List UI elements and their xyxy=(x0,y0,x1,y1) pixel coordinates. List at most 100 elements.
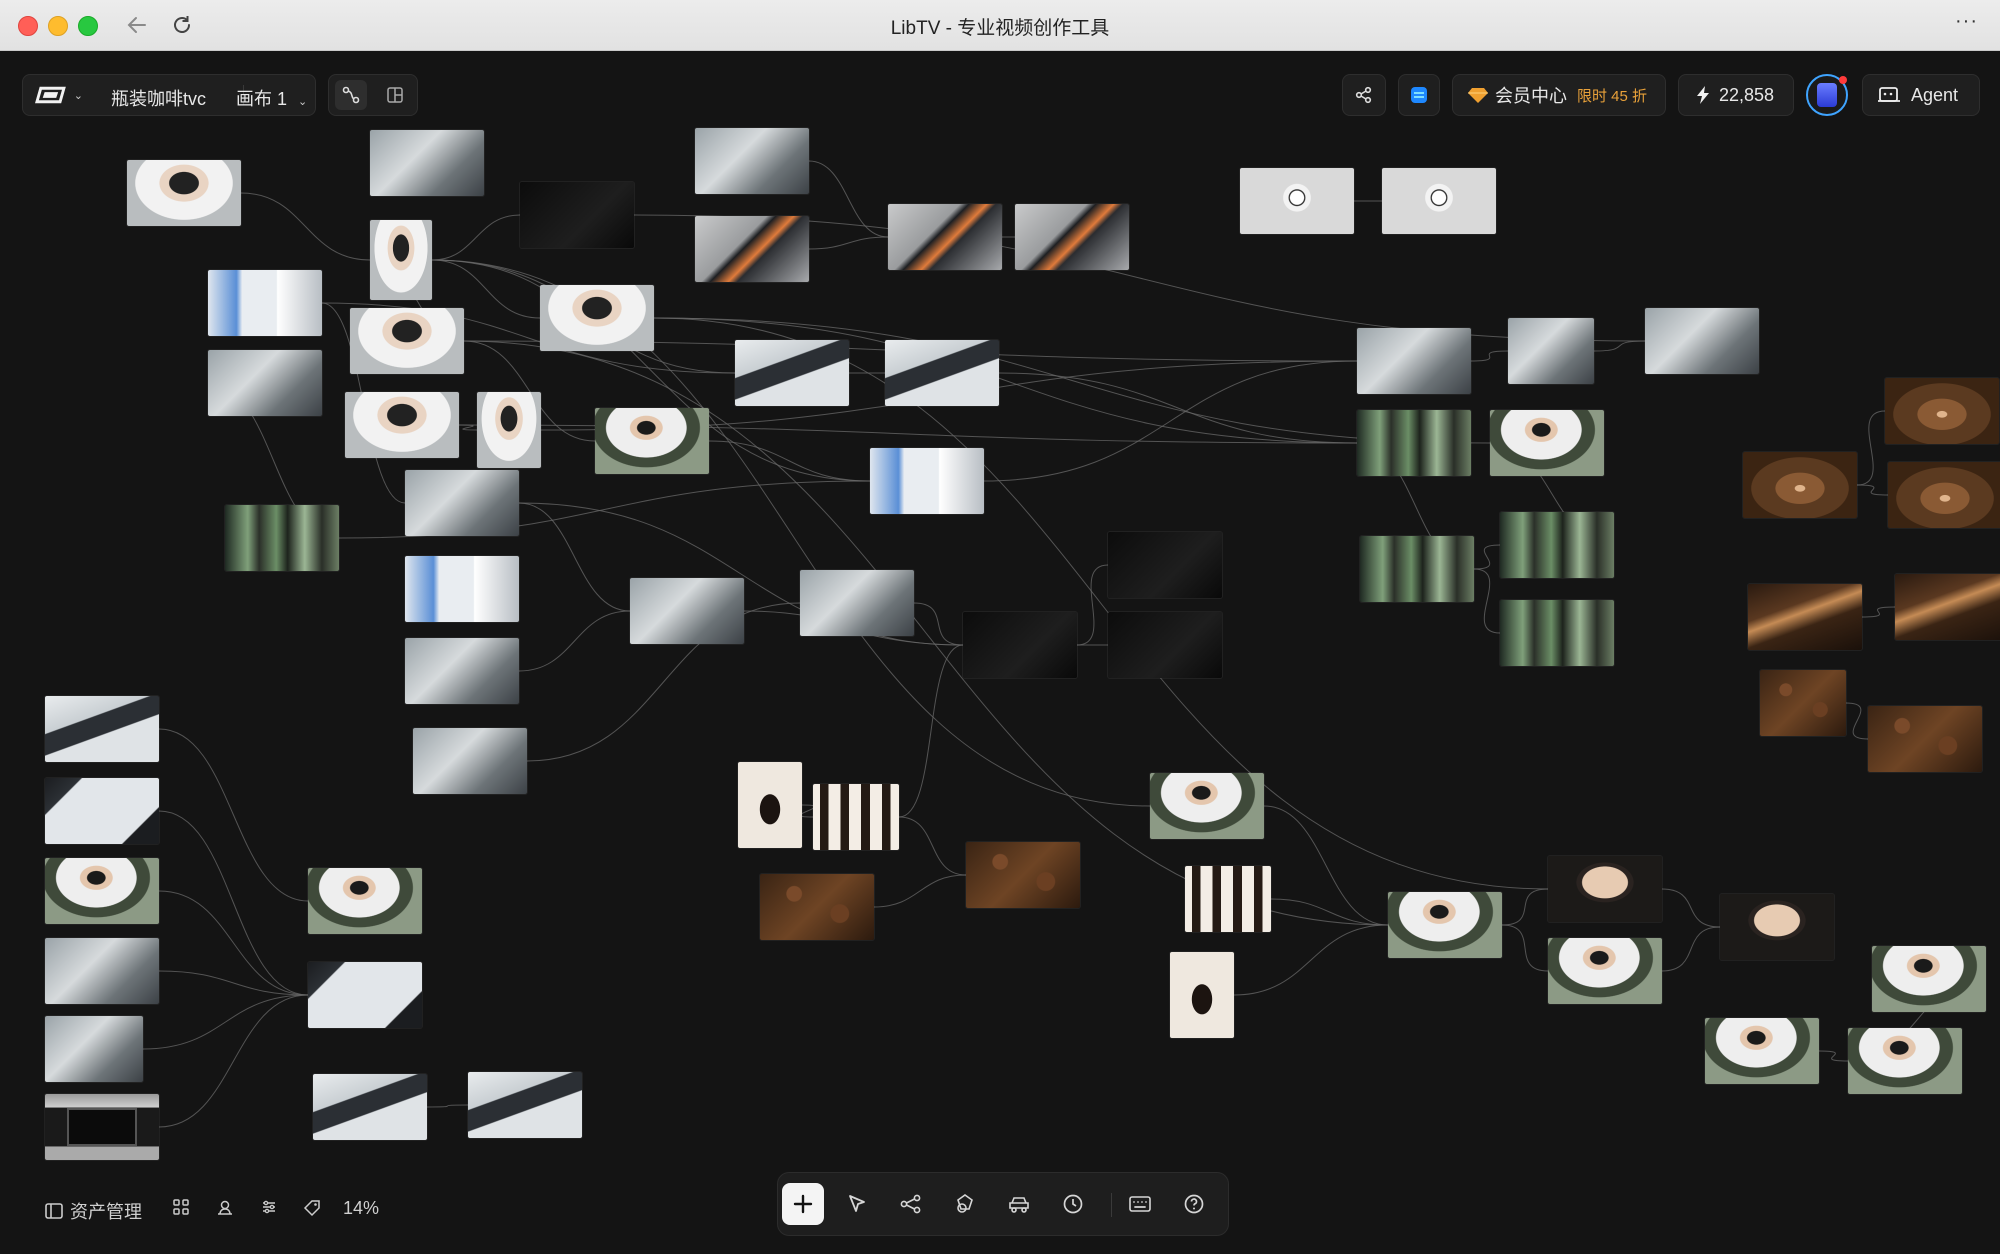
help-tool[interactable] xyxy=(1173,1183,1215,1225)
node-phone-sunset-2[interactable] xyxy=(1015,204,1129,270)
asset-manager-label: 资产管理 xyxy=(70,1202,142,1222)
node-window-view[interactable] xyxy=(1357,410,1471,476)
node-office-row[interactable] xyxy=(370,130,484,196)
vehicle-tool[interactable] xyxy=(998,1183,1040,1225)
node-window-back-2[interactable] xyxy=(1500,512,1614,578)
node-bottle-row[interactable] xyxy=(813,784,899,850)
node-black-frame[interactable] xyxy=(963,612,1077,678)
add-node-tool[interactable] xyxy=(782,1183,824,1225)
node-bottle-single[interactable] xyxy=(738,762,802,848)
node-meeting[interactable] xyxy=(208,350,322,416)
node-triple-view[interactable] xyxy=(350,308,464,374)
node-beans-1[interactable] xyxy=(1760,670,1846,736)
connect-mode-icon[interactable] xyxy=(335,80,367,110)
shapes-tool[interactable] xyxy=(944,1183,986,1225)
node-man-bottle-5[interactable] xyxy=(1705,1018,1819,1084)
node-pour-2[interactable] xyxy=(1895,574,2000,640)
node-fullbody[interactable] xyxy=(345,392,459,458)
node-monitor[interactable] xyxy=(45,778,159,844)
node-man-bottle-2[interactable] xyxy=(1388,892,1502,958)
project-name[interactable]: 瓶装咖啡tvc xyxy=(111,85,206,111)
node-man-office[interactable] xyxy=(540,285,654,351)
node-phone-sunset-1[interactable] xyxy=(888,204,1002,270)
keyboard-tool[interactable] xyxy=(1119,1183,1161,1225)
member-center-button[interactable]: 会员中心 限时 45 折 xyxy=(1452,74,1666,116)
node-lobby[interactable] xyxy=(225,505,339,571)
node-man-bottle-3[interactable] xyxy=(1548,938,1662,1004)
storage-button[interactable] xyxy=(1398,74,1440,116)
node-typing-1[interactable] xyxy=(735,340,849,406)
user-icon[interactable] xyxy=(216,1198,234,1216)
grid-icon[interactable] xyxy=(172,1198,190,1216)
node-window-back[interactable] xyxy=(1360,536,1474,602)
node-clock-1[interactable] xyxy=(1240,168,1354,234)
node-presentation-3[interactable] xyxy=(405,556,519,622)
node-printer[interactable] xyxy=(45,938,159,1004)
node-shirt-badge[interactable] xyxy=(595,408,709,474)
credits-button[interactable]: 22,858 xyxy=(1678,74,1794,116)
node-bottle-row-2[interactable] xyxy=(1185,866,1271,932)
node-coffee-bar[interactable] xyxy=(800,570,914,636)
node-desk-worker-2[interactable] xyxy=(313,1074,427,1140)
node-splash-2[interactable] xyxy=(1743,452,1857,518)
node-beans-2[interactable] xyxy=(1868,706,1982,772)
node-beans-ground[interactable] xyxy=(966,842,1080,908)
node-typing-closeup[interactable] xyxy=(45,858,159,924)
node-office-hall[interactable] xyxy=(1508,318,1594,384)
node-shirt-closeup[interactable] xyxy=(477,392,541,468)
node-face-closeup[interactable] xyxy=(1548,856,1662,922)
connection-wire xyxy=(1856,484,1889,496)
node-man-bottle-4[interactable] xyxy=(1872,946,1986,1012)
node-canvas[interactable] xyxy=(0,51,2000,1254)
select-tool[interactable] xyxy=(836,1183,878,1225)
node-face-closeup-2[interactable] xyxy=(1720,894,1834,960)
node-man-coffee[interactable] xyxy=(1490,410,1604,476)
node-bottle-single-2[interactable] xyxy=(1170,952,1234,1038)
node-phone-desk[interactable] xyxy=(695,216,809,282)
node-man-bottle-6[interactable] xyxy=(1848,1028,1962,1094)
node-lounge-2[interactable] xyxy=(405,638,519,704)
node-office-corner[interactable] xyxy=(1357,328,1471,394)
node-mouse-hand[interactable] xyxy=(695,128,809,194)
node-dark-desk[interactable] xyxy=(520,182,634,248)
node-lounge[interactable] xyxy=(630,578,744,644)
node-man-bottle[interactable] xyxy=(1150,773,1264,839)
node-portrait[interactable] xyxy=(370,220,432,300)
node-clock-2[interactable] xyxy=(1382,168,1496,234)
workflow-tool[interactable] xyxy=(890,1183,932,1225)
filter-icon[interactable] xyxy=(260,1198,278,1216)
chevron-down-icon: ⌄ xyxy=(73,89,83,102)
more-dots-icon[interactable]: ··· xyxy=(1955,10,1978,33)
connection-wire xyxy=(913,602,964,646)
node-bottle-beans[interactable] xyxy=(760,874,874,940)
node-anchor-talk[interactable] xyxy=(127,160,241,226)
node-elevator-floor[interactable] xyxy=(45,1094,159,1160)
libtv-logo-icon[interactable]: ⌄ xyxy=(35,83,83,107)
node-splash-3[interactable] xyxy=(1888,462,2000,528)
node-lean-back[interactable] xyxy=(413,728,527,794)
node-desk-worker[interactable] xyxy=(45,696,159,762)
node-glass-room[interactable] xyxy=(405,470,519,536)
node-dark-shelf[interactable] xyxy=(1108,532,1222,598)
node-monitor-2[interactable] xyxy=(308,962,422,1028)
node-typing-2[interactable] xyxy=(885,340,999,406)
node-presentation-2[interactable] xyxy=(870,448,984,514)
node-hand-press[interactable] xyxy=(45,1016,143,1082)
node-typing-closeup-2[interactable] xyxy=(308,868,422,934)
node-pour-1[interactable] xyxy=(1748,584,1862,650)
node-desk-worker-3[interactable] xyxy=(468,1072,582,1138)
node-splash-1[interactable] xyxy=(1885,378,1999,444)
agent-button[interactable]: Agent xyxy=(1862,74,1980,116)
asset-manager-button[interactable]: 资产管理 xyxy=(44,1198,142,1224)
node-open-office[interactable] xyxy=(1645,308,1759,374)
node-dark-shelf-2[interactable] xyxy=(1108,612,1222,678)
history-tool[interactable] xyxy=(1052,1183,1094,1225)
avatar[interactable] xyxy=(1806,74,1848,116)
tag-icon[interactable] xyxy=(302,1198,322,1218)
canvas-selector[interactable]: 画布 1 ⌄ xyxy=(236,85,307,111)
node-presentation[interactable] xyxy=(208,270,322,336)
node-window-back-3[interactable] xyxy=(1500,600,1614,666)
layout-panel-icon[interactable] xyxy=(379,80,411,110)
zoom-level[interactable]: 14% xyxy=(343,1198,379,1219)
share-button[interactable] xyxy=(1342,74,1386,116)
